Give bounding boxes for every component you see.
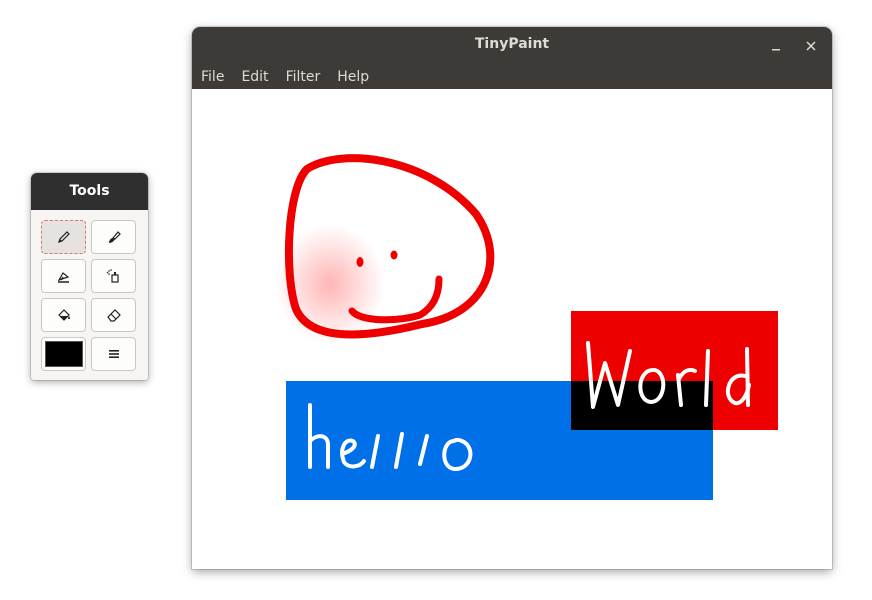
pencil-icon [57, 231, 70, 243]
drawing-canvas[interactable] [192, 89, 832, 569]
menu-bar: File Edit Filter Help [192, 67, 386, 89]
menu-file[interactable]: File [201, 67, 224, 89]
brush-icon [108, 231, 121, 243]
minimize-icon [772, 49, 780, 51]
smiley-left-eye [356, 257, 364, 267]
calligraphy-tool-button[interactable] [41, 259, 86, 293]
spray-tool-button[interactable] [91, 259, 136, 293]
close-icon [806, 41, 816, 51]
tinypaint-window: TinyPaint File Edit Filter Help [192, 27, 832, 569]
close-button[interactable] [800, 35, 822, 57]
eraser-icon [106, 309, 121, 322]
current-color-swatch [44, 341, 83, 367]
tool-grid [31, 210, 148, 371]
desktop: Tools TinyPaint File Edit Filter Help [0, 0, 872, 600]
tools-panel: Tools [31, 173, 148, 380]
line-width-icon [108, 350, 119, 358]
menu-edit[interactable]: Edit [241, 67, 268, 89]
menu-help[interactable]: Help [337, 67, 369, 89]
pencil-tool-button[interactable] [41, 220, 86, 254]
tools-panel-title: Tools [31, 173, 148, 210]
brush-tool-button[interactable] [91, 220, 136, 254]
minimize-button[interactable] [765, 35, 787, 57]
menu-filter[interactable]: Filter [286, 67, 321, 89]
stroke-size-button[interactable] [91, 337, 136, 371]
color-picker-button[interactable] [41, 337, 86, 371]
eraser-tool-button[interactable] [91, 298, 136, 332]
paint-bucket-icon [57, 309, 70, 321]
spray-can-icon [106, 269, 119, 283]
fill-tool-button[interactable] [41, 298, 86, 332]
calligraphy-pen-icon [57, 272, 69, 283]
smiley-right-eye [390, 250, 398, 260]
window-title: TinyPaint [474, 36, 550, 52]
canvas-drawing [275, 154, 778, 500]
title-bar[interactable]: TinyPaint File Edit Filter Help [192, 27, 832, 89]
